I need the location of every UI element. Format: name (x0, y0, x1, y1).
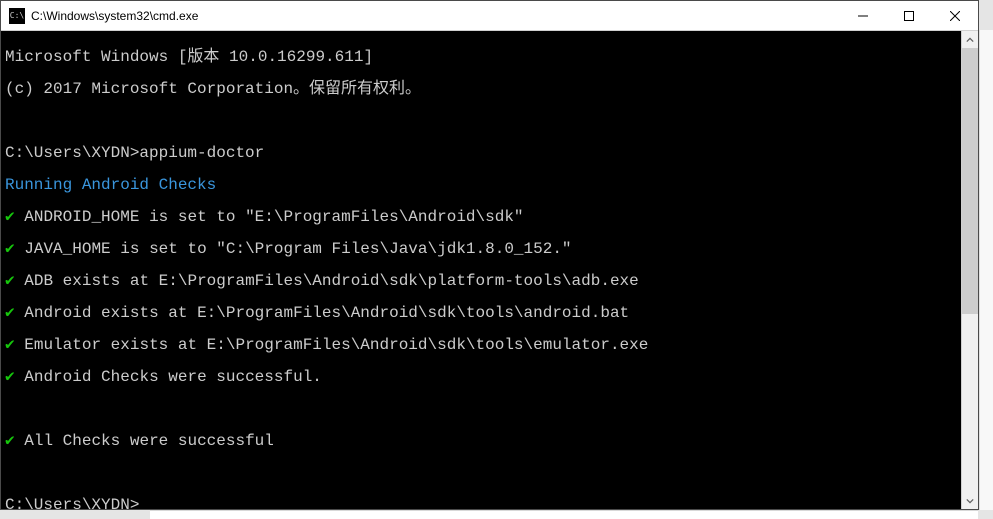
prompt-command: appium-doctor (139, 144, 264, 162)
check-line: ✔ Emulator exists at E:\ProgramFiles\And… (5, 337, 961, 353)
background-window-edge-bottom (150, 510, 978, 519)
scroll-thumb[interactable] (962, 48, 978, 314)
cmd-window: C:\ C:\Windows\system32\cmd.exe Microsof… (0, 0, 979, 510)
checkmark-icon: ✔ (5, 368, 15, 386)
background-window-edge-right (979, 30, 993, 510)
status-line: Running Android Checks (5, 177, 961, 193)
prompt-path: C:\Users\XYDN> (5, 144, 139, 162)
check-text: Android exists at E:\ProgramFiles\Androi… (15, 304, 630, 322)
output-line: (c) 2017 Microsoft Corporation。保留所有权利。 (5, 81, 961, 97)
check-text: All Checks were successful (15, 432, 274, 450)
check-text: ADB exists at E:\ProgramFiles\Android\sd… (15, 272, 639, 290)
output-line (5, 465, 961, 481)
maximize-button[interactable] (886, 1, 932, 30)
terminal-area: Microsoft Windows [版本 10.0.16299.611] (c… (1, 31, 978, 509)
minimize-button[interactable] (840, 1, 886, 30)
minimize-icon (858, 11, 868, 21)
check-text: Android Checks were successful. (15, 368, 322, 386)
checkmark-icon: ✔ (5, 304, 15, 322)
scroll-up-button[interactable] (962, 31, 978, 48)
vertical-scrollbar[interactable] (961, 31, 978, 509)
chevron-down-icon (966, 497, 974, 505)
chevron-up-icon (966, 36, 974, 44)
check-text: ANDROID_HOME is set to "E:\ProgramFiles\… (15, 208, 524, 226)
titlebar[interactable]: C:\ C:\Windows\system32\cmd.exe (1, 1, 978, 31)
window-controls (840, 1, 978, 30)
check-line: ✔ Android exists at E:\ProgramFiles\Andr… (5, 305, 961, 321)
checkmark-icon: ✔ (5, 432, 15, 450)
maximize-icon (904, 11, 914, 21)
check-line: ✔ All Checks were successful (5, 433, 961, 449)
scroll-track[interactable] (962, 48, 978, 492)
close-button[interactable] (932, 1, 978, 30)
prompt-line: C:\Users\XYDN>appium-doctor (5, 145, 961, 161)
close-icon (950, 11, 960, 21)
check-line: ✔ ANDROID_HOME is set to "E:\ProgramFile… (5, 209, 961, 225)
output-line (5, 401, 961, 417)
check-text: Emulator exists at E:\ProgramFiles\Andro… (15, 336, 649, 354)
checkmark-icon: ✔ (5, 336, 15, 354)
prompt-path: C:\Users\XYDN> (5, 496, 139, 509)
prompt-line: C:\Users\XYDN> (5, 497, 961, 509)
check-text: JAVA_HOME is set to "C:\Program Files\Ja… (15, 240, 572, 258)
scroll-down-button[interactable] (962, 492, 978, 509)
checkmark-icon: ✔ (5, 272, 15, 290)
output-line: Microsoft Windows [版本 10.0.16299.611] (5, 49, 961, 65)
checkmark-icon: ✔ (5, 240, 15, 258)
window-title: C:\Windows\system32\cmd.exe (31, 9, 840, 23)
check-line: ✔ Android Checks were successful. (5, 369, 961, 385)
check-line: ✔ ADB exists at E:\ProgramFiles\Android\… (5, 273, 961, 289)
terminal-output[interactable]: Microsoft Windows [版本 10.0.16299.611] (c… (1, 31, 961, 509)
cmd-icon: C:\ (9, 8, 25, 24)
output-line (5, 113, 961, 129)
check-line: ✔ JAVA_HOME is set to "C:\Program Files\… (5, 241, 961, 257)
checkmark-icon: ✔ (5, 208, 15, 226)
